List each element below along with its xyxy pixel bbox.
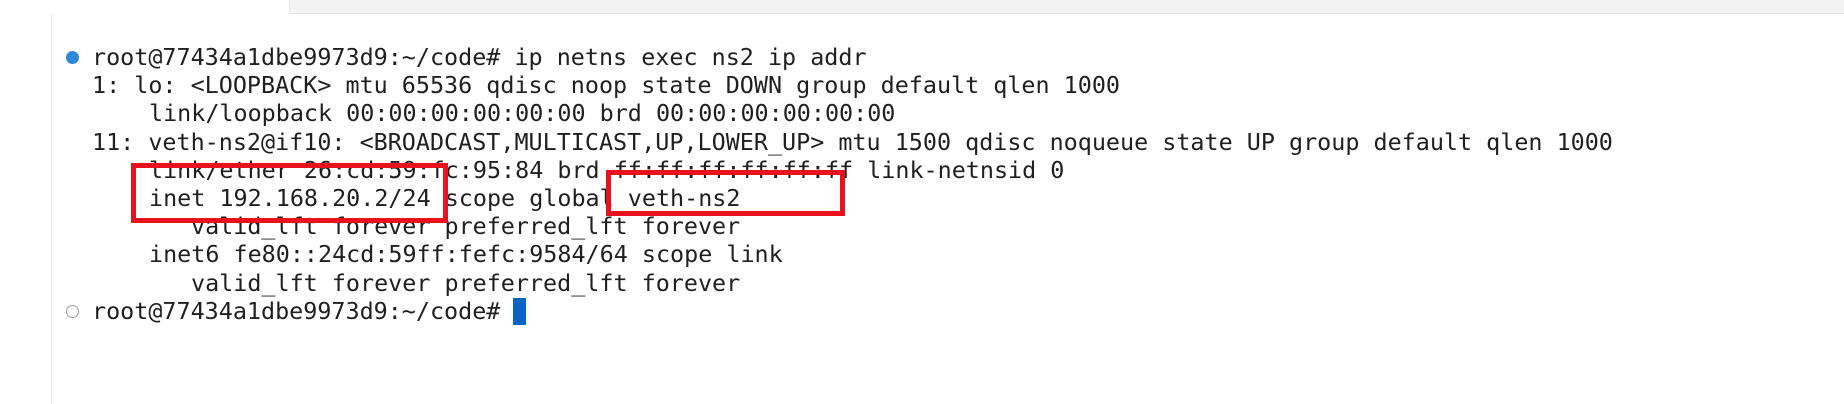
terminal-line-valid-lft-2: valid_lft forever preferred_lft forever — [191, 268, 741, 297]
command-success-icon[interactable] — [66, 51, 79, 64]
side-gutter — [0, 0, 52, 404]
highlight-box-inet-address — [131, 163, 448, 223]
active-terminal-tab[interactable] — [51, 0, 290, 14]
terminal-line-lo: 1: lo: <LOOPBACK> mtu 65536 qdisc noop s… — [92, 71, 1121, 100]
terminal-window: root@77434a1dbe9973d9:~/code# ip netns e… — [0, 0, 1844, 404]
terminal-cursor — [513, 298, 526, 325]
terminal-prompt[interactable]: root@77434a1dbe9973d9:~/code# — [92, 297, 1613, 325]
terminal-line-inet6: inet6 fe80::24cd:59ff:fefc:9584/64 scope… — [149, 240, 783, 269]
terminal-line-veth: 11: veth-ns2@if10: <BROADCAST,MULTICAST,… — [92, 127, 1613, 156]
terminal-line-loopback: link/loopback 00:00:00:00:00:00 brd 00:0… — [149, 99, 896, 128]
tab-strip — [51, 0, 1844, 14]
command-pending-icon[interactable] — [66, 305, 79, 318]
highlight-box-device-name — [606, 170, 845, 216]
terminal-line-command: root@77434a1dbe9973d9:~/code# ip netns e… — [92, 43, 867, 71]
